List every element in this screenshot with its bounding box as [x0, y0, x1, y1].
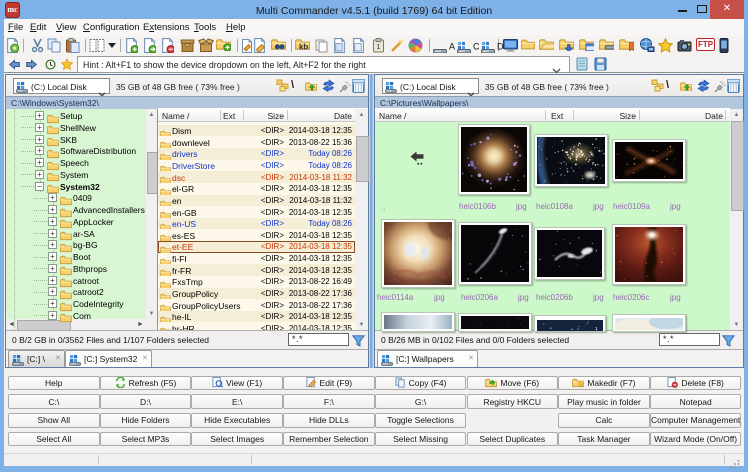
- svg-text:C: C: [473, 42, 479, 52]
- svg-text:kb: kb: [299, 43, 308, 51]
- svg-text:1: 1: [377, 44, 381, 51]
- svg-text:A: A: [449, 42, 455, 52]
